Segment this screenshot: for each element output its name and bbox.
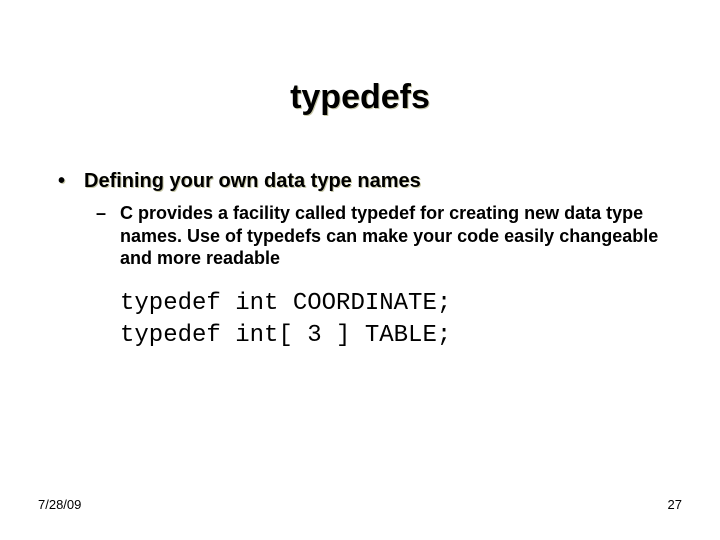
sub-bullet: – C provides a facility called typedef f… [96, 202, 660, 270]
footer-date: 7/28/09 [38, 497, 81, 512]
main-bullet: • Defining your own data type names [58, 170, 680, 193]
dash-icon: – [96, 202, 106, 225]
code-line-1: typedef int COORDINATE; [120, 290, 451, 317]
bullet-icon: • [58, 170, 65, 193]
code-block: typedef int COORDINATE; typedef int[ 3 ]… [120, 288, 451, 353]
main-bullet-text: Defining your own data type names [84, 170, 680, 193]
footer-page-number: 27 [668, 497, 682, 512]
slide: typedefs • Defining your own data type n… [0, 0, 720, 540]
sub-bullet-text: C provides a facility called typedef for… [120, 202, 660, 270]
slide-title: typedefs [0, 78, 720, 117]
code-line-2: typedef int[ 3 ] TABLE; [120, 322, 451, 349]
